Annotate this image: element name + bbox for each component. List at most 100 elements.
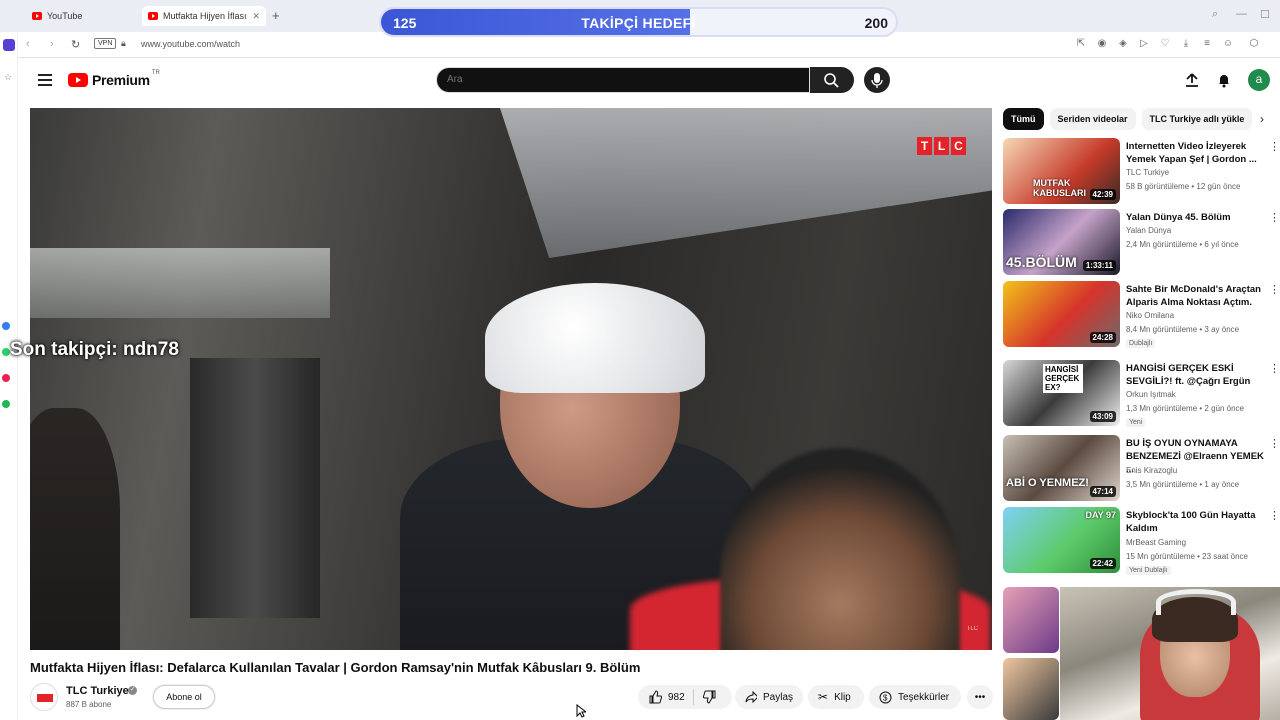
video-title: Sahte Bir McDonald's Araçtan Alparis Alm… <box>1126 284 1261 308</box>
close-tab-icon[interactable]: ✕ <box>252 11 260 22</box>
notifications-bell-icon[interactable] <box>1216 72 1232 88</box>
video-thumbnail[interactable] <box>1003 658 1059 720</box>
spotify-icon[interactable] <box>2 400 10 408</box>
youtube-header: Premium TR a <box>18 60 1280 102</box>
video-duration: 24:28 <box>1089 332 1116 343</box>
lock-icon[interactable]: 🔒︎ <box>121 38 126 49</box>
like-divider <box>693 689 694 705</box>
chip-all[interactable]: Tümü <box>1003 108 1044 130</box>
video-title: Skyblock'ta 100 Gün Hayatta Kaldım <box>1126 510 1256 534</box>
thumbs-down-icon[interactable] <box>703 690 717 704</box>
star-icon[interactable]: ☆ <box>4 72 12 83</box>
video-thumbnail[interactable]: 24:28 <box>1003 281 1120 347</box>
upload-icon[interactable] <box>1184 72 1200 88</box>
messenger-icon[interactable] <box>2 322 10 330</box>
account-avatar[interactable]: a <box>1248 69 1270 91</box>
video-player[interactable]: TLC TLC <box>30 108 992 650</box>
search-tabs-icon[interactable]: ⌕ <box>1212 8 1218 21</box>
channel-avatar[interactable] <box>30 683 58 711</box>
menu-lines-icon[interactable]: ≡ <box>1201 38 1213 50</box>
svg-text:$: $ <box>883 693 888 702</box>
clip-button[interactable]: ✂ Klip <box>808 685 864 709</box>
browser-tab-active[interactable]: Mutfakta Hijyen İflası ✕ <box>142 6 266 26</box>
search-input[interactable] <box>447 74 787 85</box>
download-icon[interactable]: ⤓ <box>1180 38 1192 50</box>
video-thumbnail[interactable] <box>1003 587 1059 653</box>
recommended-video[interactable]: HANGİSİ GERÇEK EX? 43:09 HANGİSİ GERÇEK … <box>1003 360 1280 430</box>
share-page-icon[interactable]: ⇱ <box>1075 38 1087 50</box>
thanks-button[interactable]: $ Teşekkürler <box>869 685 961 709</box>
subscriber-count: 887 B abone <box>66 700 112 709</box>
shield-icon[interactable]: ◈ <box>1117 38 1129 50</box>
share-icon <box>745 691 757 703</box>
recommended-video[interactable]: ABİ O YENMEZ! 47:14 BU İŞ OYUN OYNAMAYA … <box>1003 435 1280 505</box>
voice-search-button[interactable] <box>864 67 890 93</box>
chevron-right-icon[interactable]: › <box>1260 112 1264 126</box>
video-thumbnail[interactable]: DAY 97 22:42 <box>1003 507 1120 573</box>
more-actions-button[interactable]: ••• <box>967 685 993 709</box>
channel-name[interactable]: TLC Turkiye <box>66 685 129 697</box>
video-title: Internetten Video İzleyerek Yemek Yapan … <box>1126 141 1257 165</box>
new-tab-icon[interactable]: + <box>272 8 280 23</box>
vpn-badge[interactable]: VPN <box>94 38 117 49</box>
video-scene-shelf <box>30 248 330 318</box>
whatsapp-icon[interactable] <box>2 348 10 356</box>
thumbnail-text: ABİ O YENMEZ! <box>1006 477 1089 489</box>
share-button[interactable]: Paylaş <box>735 685 803 709</box>
dubbed-badge: Dublajlı <box>1126 339 1156 348</box>
play-icon[interactable]: ▷ <box>1138 38 1150 50</box>
like-button[interactable]: 982 <box>638 685 732 709</box>
recommended-video[interactable]: 45.BÖLÜM 1:33:11 Yalan Dünya 45. Bölüm Y… <box>1003 209 1280 279</box>
browser-side-panel: ☆ <box>0 32 18 720</box>
share-label: Paylaş <box>762 691 793 703</box>
recommended-video[interactable]: DAY 97 22:42 Skyblock'ta 100 Gün Hayatta… <box>1003 507 1280 577</box>
profile-icon[interactable]: ☺ <box>1222 38 1234 50</box>
video-meta: 15 Mn görüntüleme • 23 saat önce <box>1126 552 1248 561</box>
video-thumbnail[interactable]: 45.BÖLÜM 1:33:11 <box>1003 209 1120 275</box>
back-icon[interactable]: ‹ <box>26 38 30 50</box>
verified-icon: ✓ <box>128 686 137 695</box>
video-thumbnail[interactable]: ABİ O YENMEZ! 47:14 <box>1003 435 1120 501</box>
youtube-favicon-icon <box>148 12 158 20</box>
chip-channel-uploads[interactable]: TLC Turkiye adlı yükle <box>1141 108 1253 130</box>
video-scene-cap <box>485 283 705 393</box>
url-field[interactable]: www.youtube.com/watch <box>141 39 240 49</box>
thanks-label: Teşekkürler <box>898 691 950 703</box>
maximize-icon[interactable]: ☐ <box>1260 8 1270 21</box>
super-thanks-icon: $ <box>879 691 892 703</box>
more-vert-icon[interactable]: ⋮ <box>1269 140 1280 153</box>
browser-tab-youtube[interactable]: YouTube <box>26 6 140 26</box>
tiktok-icon[interactable] <box>2 374 10 382</box>
more-vert-icon[interactable]: ⋮ <box>1269 437 1280 450</box>
video-thumbnail[interactable]: HANGİSİ GERÇEK EX? 43:09 <box>1003 360 1120 426</box>
more-vert-icon[interactable]: ⋮ <box>1269 509 1280 522</box>
video-thumbnail[interactable]: MUTFAK KABUSLARI 42:39 <box>1003 138 1120 204</box>
video-duration: 42:39 <box>1089 189 1116 200</box>
reload-icon[interactable]: ↻ <box>71 38 80 51</box>
minimize-icon[interactable]: — <box>1236 8 1247 20</box>
header-actions: a <box>1184 69 1270 91</box>
hamburger-menu-icon[interactable] <box>38 74 52 86</box>
thumbnail-text: DAY 97 <box>1085 510 1116 520</box>
recommended-video[interactable]: MUTFAK KABUSLARI 42:39 Internetten Video… <box>1003 138 1280 208</box>
youtube-logo[interactable]: Premium TR <box>68 70 160 88</box>
more-vert-icon[interactable]: ⋮ <box>1269 211 1280 224</box>
more-vert-icon[interactable]: ⋮ <box>1269 362 1280 375</box>
channel-name: Yalan Dünya <box>1126 226 1172 235</box>
app-icon[interactable] <box>3 39 15 51</box>
forward-icon[interactable]: › <box>50 38 54 50</box>
heart-icon[interactable]: ♡ <box>1159 38 1171 50</box>
channel-name: MrBeast Gaming <box>1126 538 1187 547</box>
recommended-video[interactable]: 24:28 Sahte Bir McDonald's Araçtan Alpar… <box>1003 281 1280 351</box>
logo-text: Premium <box>92 72 150 88</box>
more-vert-icon[interactable]: ⋮ <box>1269 283 1280 296</box>
microphone-icon <box>871 73 883 88</box>
video-title: HANGİSİ GERÇEK ESKİ SEVGİLİ?! ft. @Çağrı… <box>1126 363 1251 387</box>
tlc-logo: TLC <box>917 137 966 155</box>
channel-name: TLC Turkiye <box>1126 168 1170 177</box>
search-button[interactable] <box>810 67 854 93</box>
chip-series[interactable]: Seriden videolar <box>1049 108 1136 130</box>
camera-icon[interactable]: ◉ <box>1096 38 1108 50</box>
subscribe-button[interactable]: Abone ol <box>153 685 215 709</box>
extensions-icon[interactable]: ⬡ <box>1248 38 1260 50</box>
